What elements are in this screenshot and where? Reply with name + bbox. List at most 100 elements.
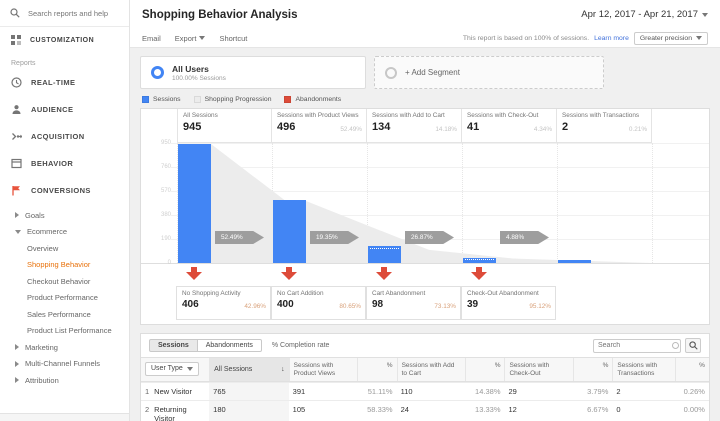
search-icon — [10, 8, 20, 18]
sub-label: Product List Performance — [27, 326, 112, 336]
row-number: 1 — [145, 387, 150, 396]
tab-abandonments[interactable]: Abandonments — [196, 339, 262, 352]
precision-dropdown[interactable]: Greater precision — [633, 31, 708, 45]
search-icon — [688, 341, 698, 350]
sidebar-item-overview[interactable]: Overview — [0, 240, 129, 257]
funnel-step-all-sessions[interactable]: All Sessions 945 — [177, 109, 272, 143]
chart-legend: Sessions Shopping Progression Abandonmen… — [130, 89, 720, 103]
sidebar-item-attribution[interactable]: Attribution — [0, 372, 129, 389]
funnel-step-checkout[interactable]: Sessions with Check-Out 41 4.34% — [462, 109, 557, 143]
sidebar-item-acquisition[interactable]: ACQUISITION — [0, 123, 129, 150]
acquisition-icon — [12, 133, 22, 140]
sidebar-item-ecommerce[interactable]: Ecommerce — [0, 224, 129, 241]
customization-icon — [11, 35, 21, 45]
sidebar-item-checkout-behavior[interactable]: Checkout Behavior — [0, 273, 129, 290]
segment-ring-icon — [385, 66, 397, 79]
column-add-to-cart[interactable]: Sessions with Add to Cart — [396, 358, 465, 381]
segment-all-users[interactable]: All Users 100.00% Sessions — [140, 56, 366, 89]
sub-label: Checkout Behavior — [27, 276, 91, 286]
export-button[interactable]: Export — [175, 34, 206, 43]
sidebar-item-product-performance[interactable]: Product Performance — [0, 290, 129, 307]
sidebar-item-sales-performance[interactable]: Sales Performance — [0, 306, 129, 323]
column-percent[interactable]: % — [674, 358, 709, 381]
product-views-value: 391 — [292, 387, 306, 396]
column-user-type: User Type — [141, 358, 209, 381]
legend-sessions: Sessions — [142, 96, 181, 103]
flag-icon — [12, 186, 20, 196]
abandonment-arrow-icon — [281, 267, 297, 280]
column-percent[interactable]: % — [464, 358, 505, 381]
sub-label: Shopping Behavior — [27, 260, 91, 270]
column-all-sessions[interactable]: All Sessions ↓ — [209, 358, 289, 381]
funnel-step-transactions[interactable]: Sessions with Transactions 2 0.21% — [557, 109, 652, 143]
sidebar-item-audience[interactable]: AUDIENCE — [0, 96, 129, 123]
legend-shopping-progression: Shopping Progression — [193, 96, 271, 103]
table-controls: Sessions Abandonments % Completion rate — [141, 334, 709, 357]
sidebar-item-realtime[interactable]: REAL-TIME — [0, 69, 129, 96]
abandonment-arrow-icon — [186, 267, 202, 280]
sidebar-item-shopping-behavior[interactable]: Shopping Behavior — [0, 257, 129, 274]
row-number: 2 — [145, 405, 150, 414]
completion-rate-label[interactable]: % Completion rate — [272, 342, 330, 349]
sidebar-search[interactable] — [0, 0, 129, 27]
nav-label: REAL-TIME — [31, 78, 76, 87]
bar-add-to-cart[interactable] — [368, 246, 401, 263]
table-search-input[interactable] — [593, 338, 681, 353]
bar-product-views[interactable] — [273, 200, 306, 263]
bar-checkout[interactable] — [463, 258, 496, 263]
sidebar-item-multi-channel-funnels[interactable]: Multi-Channel Funnels — [0, 356, 129, 373]
all-sessions-value: 765 — [209, 383, 289, 400]
product-views-pct: 51.11% — [367, 387, 393, 396]
user-type-dropdown[interactable]: User Type — [145, 362, 199, 376]
search-submit-button[interactable] — [685, 338, 701, 353]
bar-all-sessions[interactable] — [178, 144, 211, 263]
column-checkout[interactable]: Sessions with Check-Out — [504, 358, 572, 381]
shopping-progression-area — [211, 144, 652, 263]
customization-label: CUSTOMIZATION — [30, 36, 95, 44]
abandonment-cart[interactable]: Cart Abandonment 98 73.13% — [366, 286, 461, 320]
sidebar-item-customization[interactable]: CUSTOMIZATION — [0, 27, 129, 53]
date-range-selector[interactable]: Apr 12, 2017 - Apr 21, 2017 — [581, 9, 708, 20]
sub-label: Product Performance — [27, 293, 98, 303]
abandonment-no-shopping-activity[interactable]: No Shopping Activity 406 42.96% — [176, 286, 271, 320]
table-header-row: User Type All Sessions ↓ Sessions with Pr… — [141, 357, 709, 382]
shortcut-button[interactable]: Shortcut — [219, 34, 247, 43]
table-row[interactable]: 1 New Visitor 765 391 51.11% 110 14.38% 2… — [141, 382, 709, 400]
progression-swatch-icon — [193, 96, 201, 103]
sidebar-item-conversions[interactable]: CONVERSIONS — [0, 177, 129, 204]
chevron-right-icon — [15, 344, 19, 351]
sidebar-item-goals[interactable]: Goals — [0, 207, 129, 224]
abandonment-no-cart-addition[interactable]: No Cart Addition 400 80.65% — [271, 286, 366, 320]
add-to-cart-value: 110 — [400, 387, 413, 396]
funnel-step-add-to-cart[interactable]: Sessions with Add to Cart 134 14.18% — [367, 109, 462, 143]
email-button[interactable]: Email — [142, 34, 161, 43]
sidebar-item-product-list-performance[interactable]: Product List Performance — [0, 323, 129, 340]
bar-transactions[interactable] — [558, 260, 591, 263]
tab-sessions[interactable]: Sessions — [149, 339, 198, 352]
chevron-down-icon — [186, 366, 193, 371]
search-input[interactable] — [28, 8, 125, 18]
table-row[interactable]: 2 Returning Visitor 180 105 58.33% 24 13.… — [141, 400, 709, 421]
funnel-step-product-views[interactable]: Sessions with Product Views 496 52.49% — [272, 109, 367, 143]
learn-more-link[interactable]: Learn more — [594, 35, 629, 42]
clock-icon — [11, 77, 22, 88]
sidebar-item-marketing[interactable]: Marketing — [0, 339, 129, 356]
sidebar-collapse-bar[interactable] — [0, 413, 129, 421]
transactions-value: 2 — [616, 387, 621, 396]
column-product-views[interactable]: Sessions with Product Views — [288, 358, 357, 381]
legend-abandonments: Abandonments — [284, 96, 341, 103]
sub-label: Marketing — [25, 342, 58, 352]
chevron-down-icon — [702, 12, 708, 17]
checkout-pct: 3.79% — [587, 387, 609, 396]
conversions-submenu: Goals Ecommerce Overview Shopping Behavi… — [0, 207, 129, 389]
abandonment-checkout[interactable]: Check-Out Abandonment 39 95.12% — [461, 286, 556, 320]
column-percent[interactable]: % — [572, 358, 613, 381]
sidebar-item-behavior[interactable]: BEHAVIOR — [0, 150, 129, 177]
chevron-right-icon — [15, 377, 19, 384]
column-percent[interactable]: % — [356, 358, 397, 381]
add-segment-button[interactable]: + Add Segment — [374, 56, 604, 89]
column-transactions[interactable]: Sessions with Transactions — [612, 358, 674, 381]
sidebar: CUSTOMIZATION Reports REAL-TIME AUDIENCE… — [0, 0, 130, 421]
advanced-search-icon[interactable] — [672, 342, 679, 349]
add-segment-label: + Add Segment — [405, 68, 460, 77]
